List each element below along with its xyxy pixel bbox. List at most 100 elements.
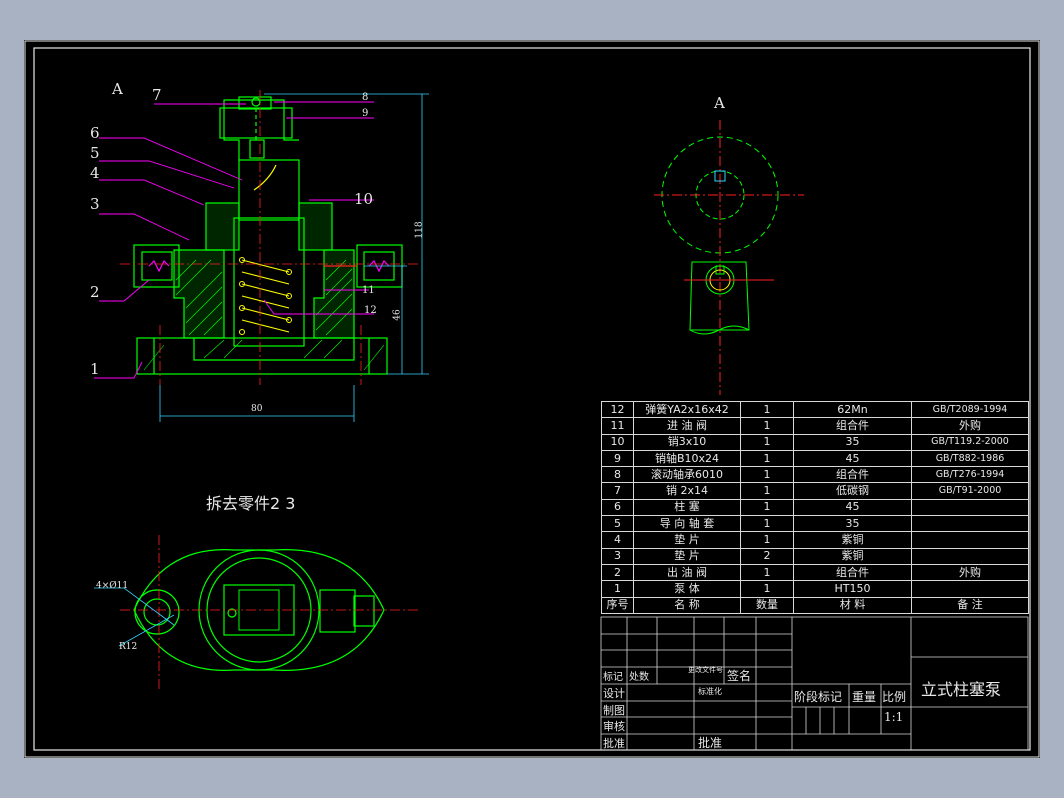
bom-cell-material: 组合件 [793, 563, 912, 582]
bom-row: 6柱 塞 1 45 [601, 498, 1029, 517]
bom-row: 8 滚动轴承6010 1 组合件 GB/T276-1994 [601, 466, 1029, 484]
bom-cell-material: 35 [793, 433, 912, 451]
guide-sleeve [238, 159, 300, 221]
bom-row: 11 进 油 阀 1 组合件 外购 [601, 417, 1029, 435]
outer-frame [24, 40, 1040, 758]
bom-cell-name: 导 向 轴 套 [633, 515, 741, 533]
bom-cell-material: 紫铜 [793, 547, 912, 565]
balloon-10: 10 [354, 190, 374, 208]
bom-cell-material: 35 [793, 515, 912, 533]
balloon-3: 3 [90, 195, 100, 213]
bom-cell-no: 6 [601, 498, 634, 517]
spring [239, 257, 292, 335]
bom-row: 4垫 片 1 紫铜 [601, 531, 1029, 549]
bom-cell-remark [911, 531, 1029, 549]
bom-cell-qty: 1 [740, 498, 794, 517]
bom-header-row: 序号 名 称 数量 材 料 备 注 [601, 596, 1029, 614]
bom-cell-name: 垫 片 [633, 547, 741, 565]
bom-cell-qty: 1 [740, 433, 794, 451]
bom-cell-qty: 1 [740, 531, 794, 549]
tb-scale: 比例 [882, 690, 907, 704]
bom-cell-qty: 1 [740, 466, 794, 484]
bom-header-name: 名 称 [633, 596, 741, 614]
bom-cell-qty: 1 [740, 580, 794, 598]
bom-cell-qty: 1 [740, 563, 794, 582]
bom-cell-material: 低碳钢 [793, 482, 912, 500]
bom-row: 1泵 体 1 HT150 [601, 580, 1029, 598]
tb-scale-value: 1:1 [884, 710, 904, 724]
bom-cell-name: 滚动轴承6010 [633, 466, 741, 484]
view-a [654, 120, 804, 395]
bom-cell-name: 弹簧YA2x16x42 [633, 400, 741, 419]
bom-cell-remark: GB/T91-2000 [911, 482, 1029, 500]
bom-header-remark: 备 注 [911, 596, 1029, 614]
bom-row: 12 弹簧YA2x16x42 1 62Mn GB/T2089-1994 [601, 400, 1029, 419]
tb-draw: 制图 [603, 704, 625, 717]
bom-cell-remark [911, 547, 1029, 565]
dim-46: 46 [392, 309, 403, 321]
bom-cell-material: 45 [793, 498, 912, 517]
view-a-label: A [714, 94, 725, 112]
balloon-9: 9 [362, 108, 369, 119]
bom-row: 10 销3x10 1 35 GB/T119.2-2000 [601, 433, 1029, 451]
balloon-2: 2 [90, 283, 100, 301]
bom-row: 7销 2x14 1 低碳钢 GB/T91-2000 [601, 482, 1029, 500]
bom-row: 2出 油 阀 1 组合件 外购 [601, 563, 1029, 582]
bom-cell-no: 11 [601, 417, 634, 435]
body-right [313, 249, 355, 339]
bom-cell-remark [911, 498, 1029, 517]
tb-drawing-name: 立式柱塞泵 [921, 680, 1002, 699]
bom-cell-qty: 1 [740, 482, 794, 500]
balloon-6: 6 [90, 124, 100, 142]
balloon-5: 5 [90, 144, 100, 162]
dim-118: 118 [414, 221, 425, 239]
bom-cell-material: 45 [793, 449, 912, 468]
inner-frame [33, 47, 1031, 751]
bom-cell-no: 5 [601, 515, 634, 533]
bom-cell-remark: GB/T882-1986 [911, 449, 1029, 468]
bom-cell-remark: GB/T119.2-2000 [911, 433, 1029, 451]
bom-cell-material: 组合件 [793, 466, 912, 484]
drawing-sheet: A 7 6 5 4 3 2 1 8 9 10 11 12 118 46 80 4… [24, 40, 1040, 758]
dim-holes: 4×Ø11 [96, 581, 129, 591]
bom-cell-no: 7 [601, 482, 634, 500]
bom-cell-qty: 1 [740, 449, 794, 468]
drawing-canvas [24, 40, 1040, 758]
balloon-4: 4 [90, 164, 100, 182]
bom-cell-material: 组合件 [793, 417, 912, 435]
bom-cell-qty: 1 [740, 515, 794, 533]
bill-of-materials: 12 弹簧YA2x16x42 1 62Mn GB/T2089-1994 11 进 油 阀1组… [601, 400, 1029, 614]
base-flange [136, 337, 388, 375]
view-arrow-label-a: A [112, 80, 123, 98]
tb-design: 设计 [603, 687, 625, 700]
bom-row: 5导 向 轴 套 1 35 [601, 515, 1029, 533]
tb-std: 标准化 [698, 687, 722, 696]
bom-cell-name: 出 油 阀 [633, 563, 741, 582]
bom-header-material: 材 料 [793, 596, 912, 614]
bom-cell-name: 泵 体 [633, 580, 741, 598]
bom-cell-no: 8 [601, 466, 634, 484]
bom-cell-name: 进 油 阀 [633, 417, 741, 435]
bom-row: 3垫 片 2 紫铜 [601, 547, 1029, 565]
bom-header-no: 序号 [601, 596, 634, 614]
bom-cell-no: 4 [601, 531, 634, 549]
bom-cell-material: 紫铜 [793, 531, 912, 549]
bom-cell-qty: 1 [740, 400, 794, 419]
bom-cell-name: 销 2x14 [633, 482, 741, 500]
tb-check: 审核 [603, 720, 625, 733]
bom-cell-material: HT150 [793, 580, 912, 598]
tb-count: 处数 [629, 672, 649, 683]
balloon-7: 7 [152, 86, 162, 104]
bom-row: 9 销轴B10x24 1 45 GB/T882-1986 [601, 449, 1029, 468]
balloon-8: 8 [362, 92, 369, 103]
bom-cell-no: 2 [601, 563, 634, 582]
bom-cell-remark: GB/T276-1994 [911, 466, 1029, 484]
bom-cell-qty: 1 [740, 417, 794, 435]
bom-cell-name: 销3x10 [633, 433, 741, 451]
bom-cell-no: 10 [601, 433, 634, 451]
bom-cell-no: 3 [601, 547, 634, 565]
bom-cell-no: 1 [601, 580, 634, 598]
bom-cell-name: 垫 片 [633, 531, 741, 549]
tb-mark: 标记 [603, 672, 623, 683]
tb-sign: 签名 [727, 669, 752, 683]
